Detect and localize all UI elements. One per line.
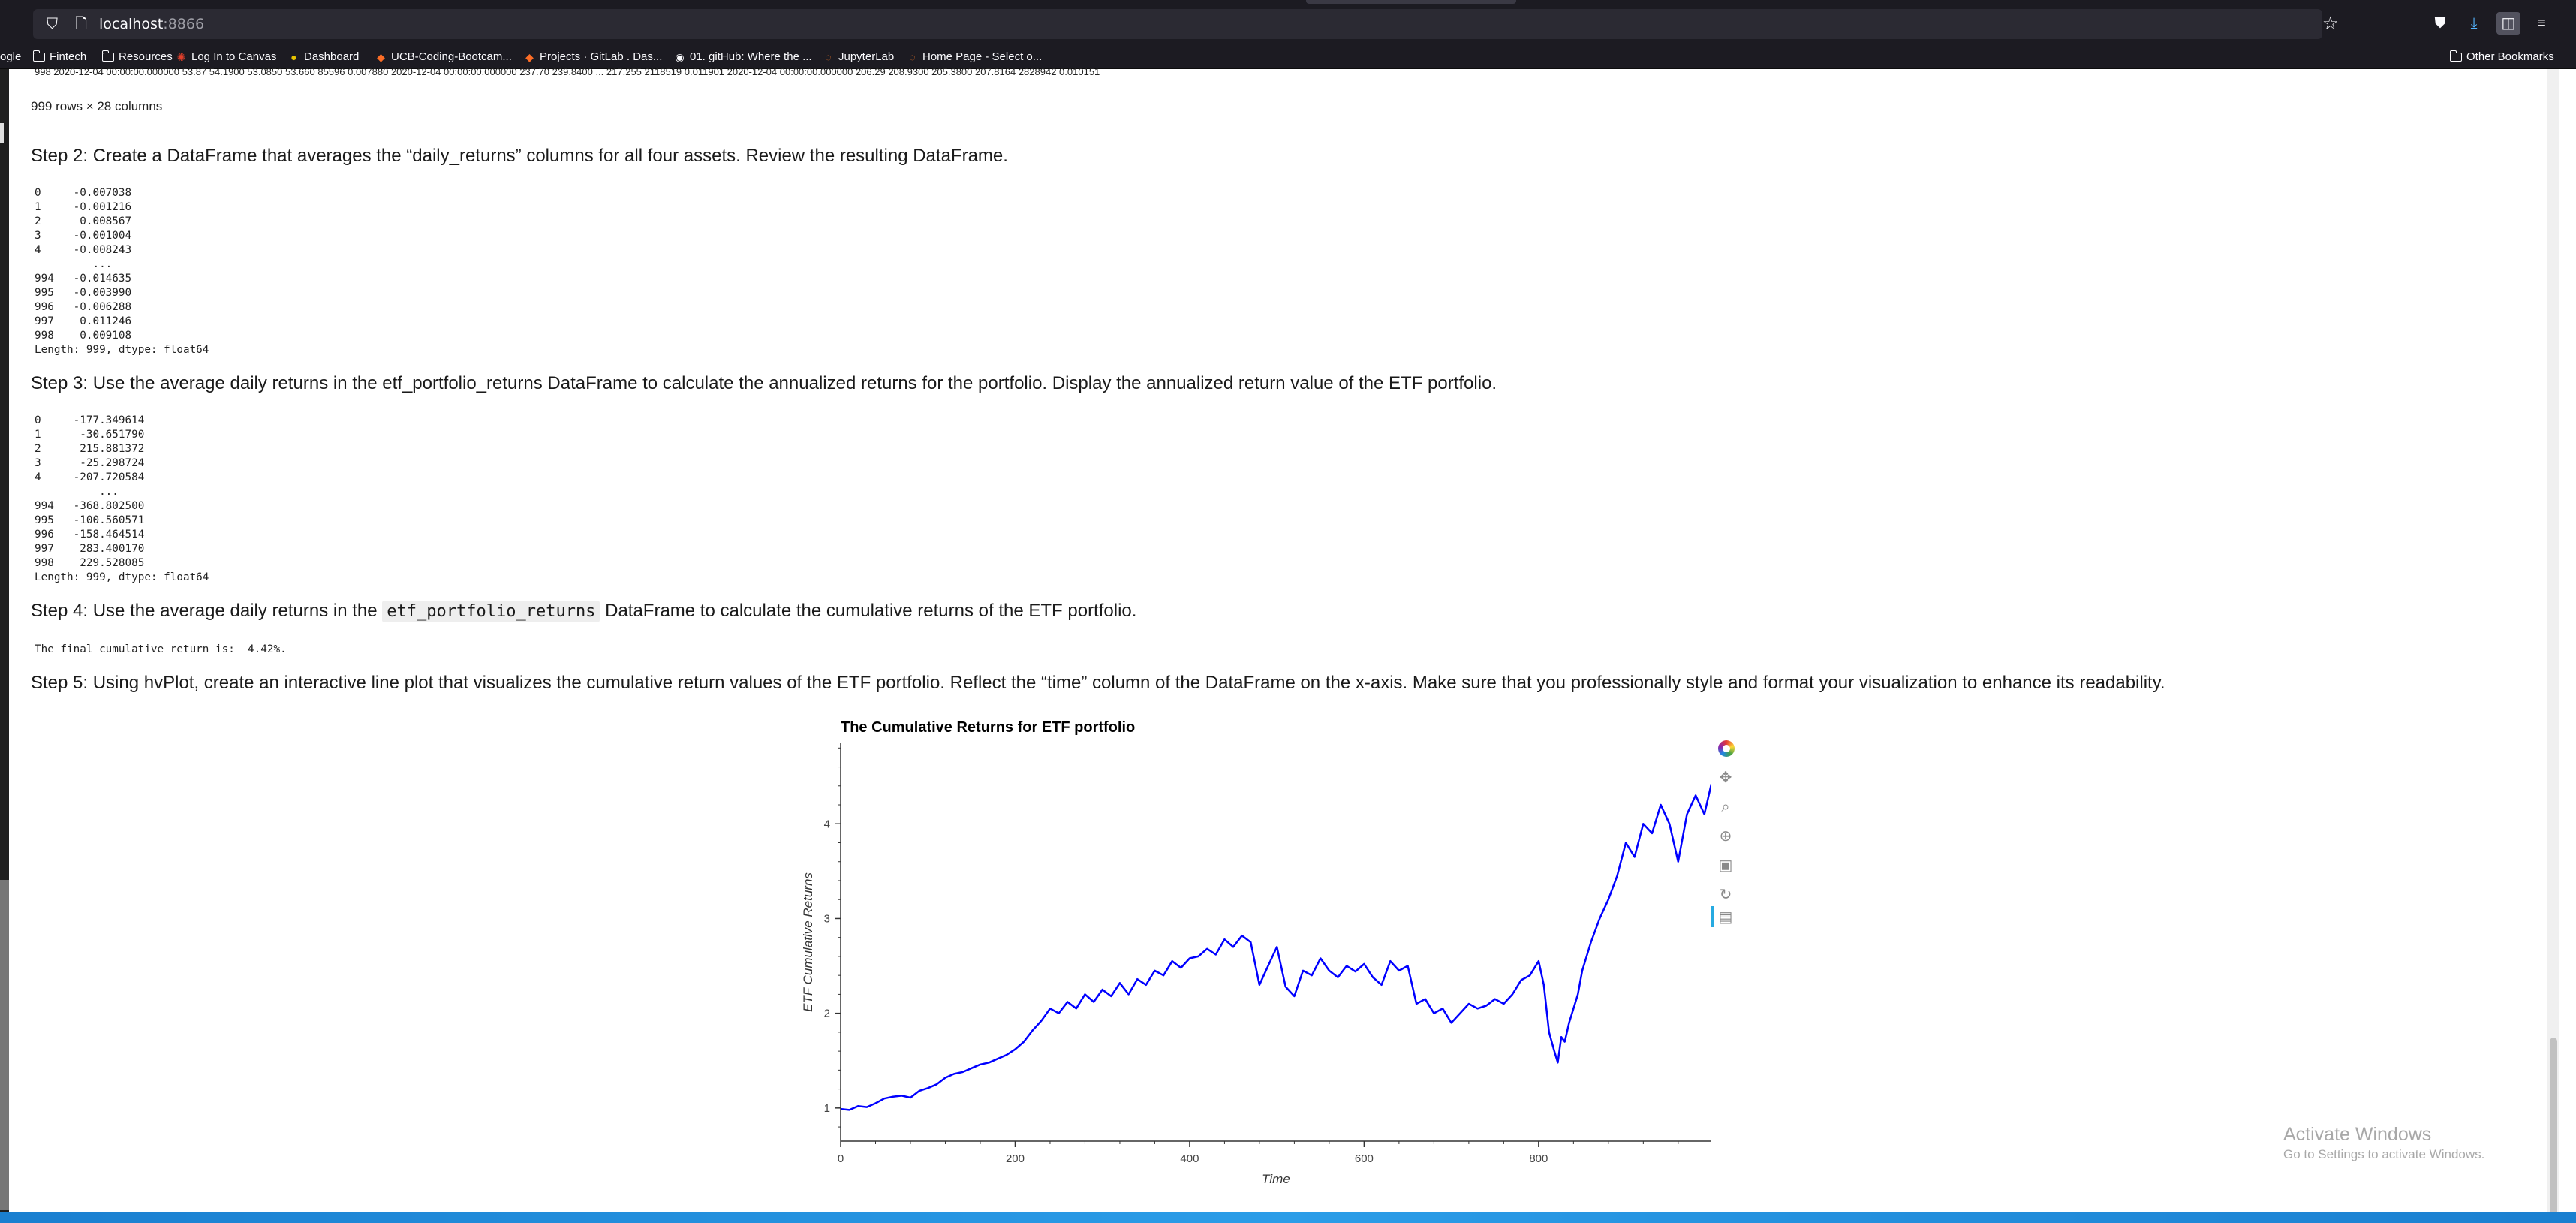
wheel-zoom-icon[interactable]: ⊕ (1716, 827, 1735, 846)
address-bar[interactable]: ⛉ 🗋 localhost:8866 ☆ (33, 9, 2339, 39)
chart-axes: 0 200 400 600 800 1 2 3 4 (824, 743, 1711, 1165)
taskbar-edge (0, 1212, 2576, 1223)
box-zoom-icon[interactable]: ⌕ (1716, 797, 1735, 817)
bookmark-dashboard[interactable]: ● Dashboard (288, 49, 359, 65)
bookmark-ucb-coding-bootcamp[interactable]: ◆ UCB-Coding-Bootcam... (375, 49, 512, 65)
folder-icon (2449, 50, 2462, 62)
bookmark-gitlab-projects[interactable]: ◆ Projects · GitLab . Das... (524, 49, 662, 65)
active-tool-indicator (1711, 906, 1714, 927)
rail-scroll (0, 880, 9, 1210)
step4-text: Step 4: Use the average daily returns in… (31, 601, 1137, 622)
url-text[interactable]: localhost:8866 (99, 15, 204, 33)
dashboard-icon: ● (290, 50, 297, 63)
x-tick-label: 200 (1006, 1152, 1025, 1165)
scrollbar-thumb[interactable] (2550, 1038, 2557, 1223)
sidebar-toggle-icon[interactable]: ◫ (2496, 12, 2520, 35)
shield-icon[interactable]: ⛉ (47, 15, 58, 33)
jupyter-icon: ◌ (825, 50, 832, 63)
bookmark-jupyterlab[interactable]: ◌ JupyterLab (823, 49, 894, 65)
x-tick-label: 0 (838, 1152, 844, 1165)
jupyter-icon: ◌ (909, 50, 916, 63)
page-icon[interactable]: 🗋 (75, 15, 87, 33)
dataframe-last-row: 998 2020-12-04 00:00:00.000000 53.87 54.… (35, 68, 1100, 75)
x-tick-label: 600 (1355, 1152, 1374, 1165)
y-tick-label: 3 (824, 912, 830, 925)
bookmark-other[interactable]: Other Bookmarks (2449, 49, 2554, 65)
activate-subtitle: Go to Settings to activate Windows. (2283, 1147, 2485, 1161)
step2-output: 0 -0.007038 1 -0.001216 2 0.008567 3 -0.… (35, 187, 209, 356)
pan-icon[interactable]: ✥ (1716, 768, 1735, 788)
bookmark-canvas[interactable]: ✺ Log In to Canvas (176, 49, 277, 65)
series-line (840, 784, 1711, 1111)
bookmark-resources[interactable]: Resources (101, 49, 173, 65)
y-tick-label: 2 (824, 1008, 830, 1020)
canvas-icon: ✺ (176, 50, 186, 63)
step3-output: 0 -177.349614 1 -30.651790 2 215.881372 … (35, 414, 209, 583)
bookmark-google[interactable]: ogle (0, 49, 21, 65)
tab-strip[interactable] (1306, 0, 1516, 4)
inline-code: etf_portfolio_returns (382, 601, 600, 622)
bookmark-github[interactable]: ◉ 01. gitHub: Where the ... (674, 49, 811, 65)
url-port: :8866 (163, 16, 205, 32)
bookmark-home-page[interactable]: ◌ Home Page - Select o... (907, 49, 1042, 65)
y-tick-label: 1 (824, 1102, 830, 1115)
line-chart[interactable]: 0 200 400 600 800 1 2 3 4 Time ETF Cumulative Re… (796, 740, 1711, 1186)
star-icon[interactable]: ☆ (2322, 14, 2339, 35)
menu-icon[interactable]: ≡ (2529, 12, 2553, 35)
windows-activation-watermark: Activate Windows Go to Settings to activ… (2283, 1123, 2484, 1164)
save-icon[interactable]: ▣ (1716, 856, 1735, 875)
step4-output: The final cumulative return is: 4.42%. (35, 643, 287, 655)
bookmark-fintech[interactable]: Fintech (32, 49, 86, 65)
pocket-icon[interactable]: ⛊ (2428, 12, 2452, 35)
github-icon: ◉ (675, 50, 685, 63)
x-tick-label: 400 (1180, 1152, 1199, 1165)
y-axis-label: ETF Cumulative Returns (801, 872, 815, 1012)
plot-toolbar: ✥ ⌕ ⊕ ▣ ↻ ▤ (1711, 740, 1741, 935)
left-rail (0, 69, 9, 1212)
url-host: localhost (99, 16, 164, 32)
gitlab-icon: ◆ (525, 50, 534, 63)
browser-toolbar: ⛉ 🗋 localhost:8866 ☆ ⛊ ⤓ ◫ ≡ (0, 0, 2576, 45)
rail-marker (0, 123, 4, 143)
reset-icon[interactable]: ↻ (1716, 885, 1735, 905)
activate-title: Activate Windows (2283, 1124, 2432, 1145)
chart-title: The Cumulative Returns for ETF portfolio (841, 719, 1136, 736)
bookmarks-bar: ogle Fintech Resources ✺ Log In to Canvas… (0, 45, 2576, 69)
folder-icon (32, 50, 45, 62)
bokeh-logo-icon[interactable] (1718, 740, 1735, 757)
dataframe-shape: 999 rows × 28 columns (31, 99, 163, 113)
hover-icon[interactable]: ▤ (1716, 908, 1735, 927)
x-axis-label: Time (1262, 1172, 1290, 1186)
page-scrollbar[interactable] (2547, 69, 2559, 1223)
download-icon[interactable]: ⤓ (2462, 12, 2486, 35)
y-tick-label: 4 (824, 818, 830, 830)
folder-icon (101, 50, 114, 62)
chart-series (840, 784, 1711, 1111)
gitlab-icon: ◆ (377, 50, 385, 63)
step2-text: Step 2: Create a DataFrame that averages… (31, 146, 1008, 166)
x-tick-label: 800 (1529, 1152, 1548, 1165)
step3-text: Step 3: Use the average daily returns in… (31, 373, 1497, 393)
step5-text: Step 5: Using hvPlot, create an interact… (31, 673, 2165, 693)
